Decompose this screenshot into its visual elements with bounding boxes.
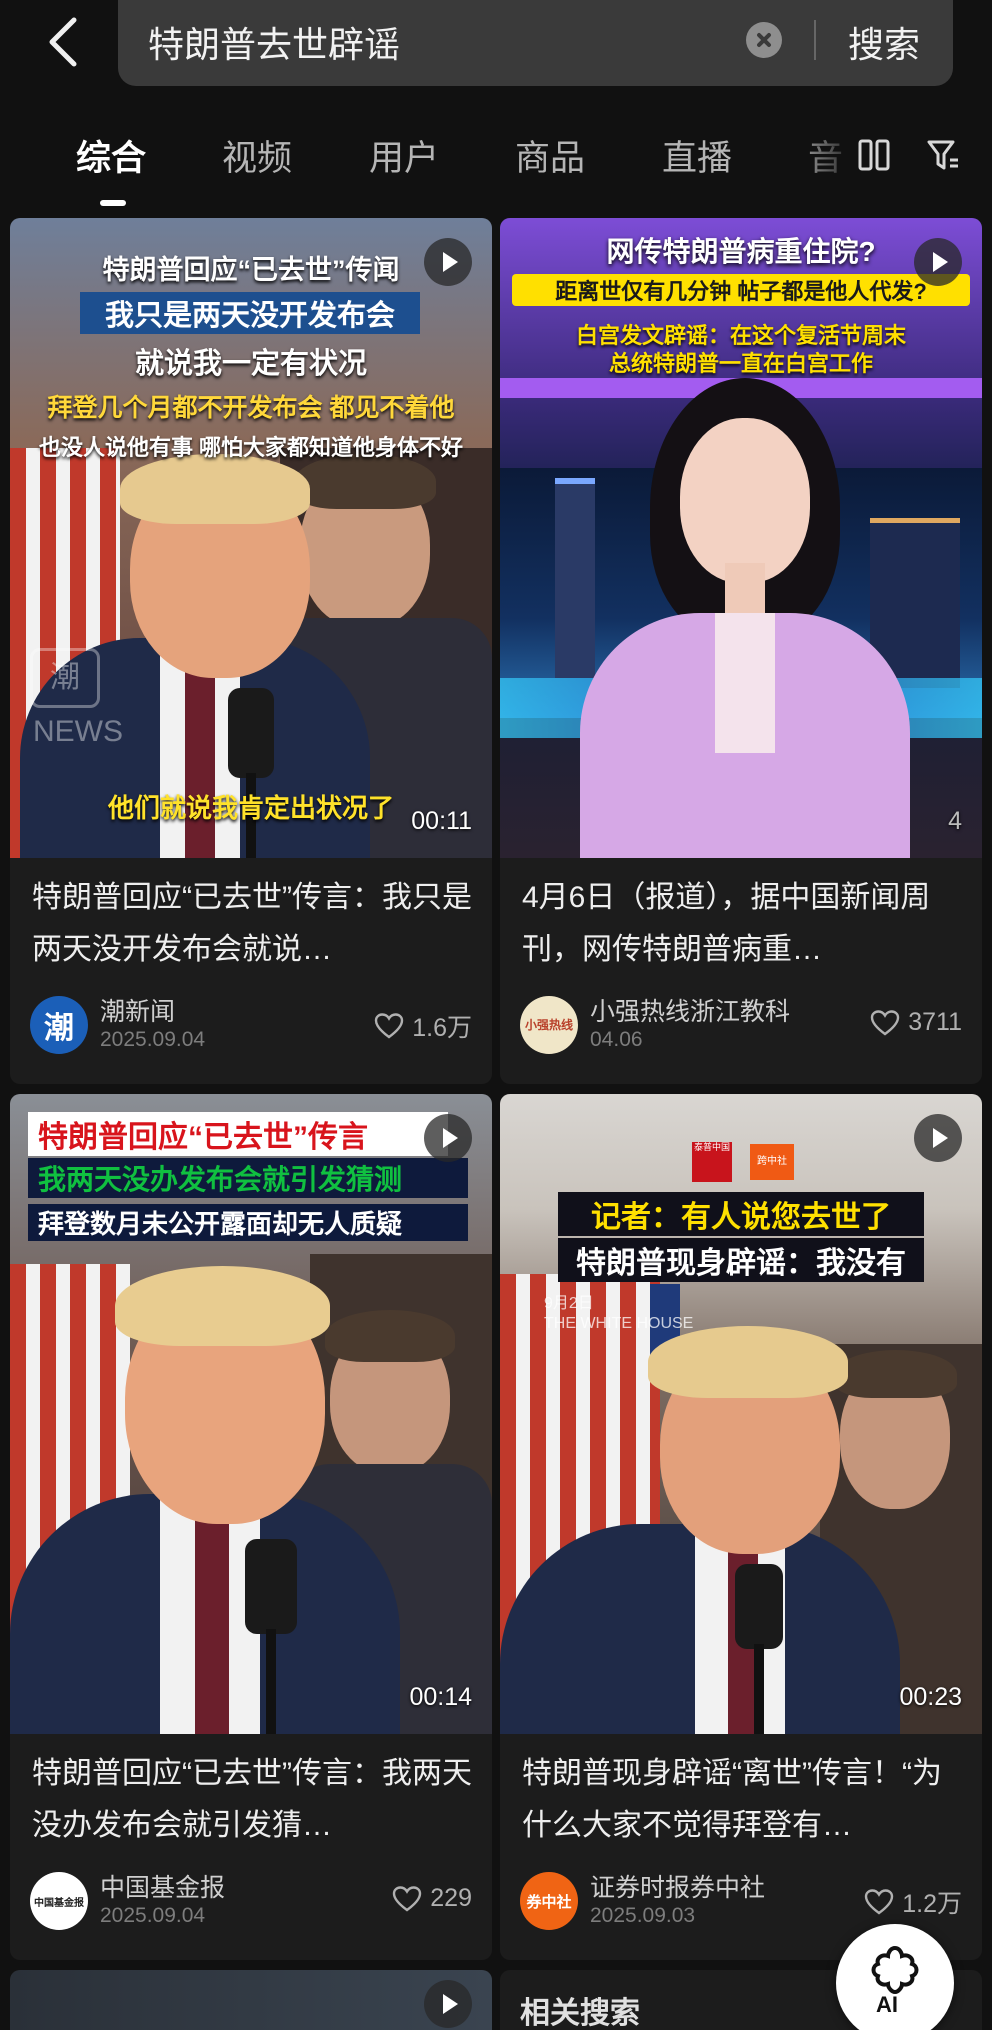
video-caption: 特朗普回应“已去世”传言	[28, 1112, 448, 1156]
clear-icon[interactable]	[746, 22, 782, 58]
video-thumbnail[interactable]: 特朗普回应“已去世”传言 我两天没办发布会就引发猜测 拜登数月未公开露面却无人质…	[10, 1094, 492, 1734]
author-avatar[interactable]: 小强热线	[520, 996, 578, 1054]
play-icon[interactable]	[424, 1980, 472, 2028]
top-bar: 特朗普去世辟谣 搜索	[0, 0, 992, 90]
video-thumbnail[interactable]: 网传特朗普病重住院? 距离世仅有几分钟 帖子都是他人代发? 白宫发文辟谣：在这个…	[500, 218, 982, 858]
play-icon[interactable]	[424, 238, 472, 286]
card-meta: 小强热线 小强热线浙江教科 04.06 3711	[500, 982, 982, 1072]
video-caption: 特朗普回应“已去世”传闻	[102, 255, 400, 285]
like-count[interactable]: 229	[392, 1884, 472, 1913]
video-caption: 也没人说他有事 哪怕大家都知道他身体不好	[38, 435, 464, 460]
tab-video[interactable]: 视频	[222, 130, 292, 181]
search-input[interactable]: 特朗普去世辟谣	[148, 16, 400, 68]
like-count-value: 1.2万	[902, 1890, 962, 1918]
author-name[interactable]: 证券时报券中社	[590, 1868, 765, 1904]
video-title[interactable]: 特朗普回应“已去世”传言：我只是两天没开发布会就说…	[10, 858, 492, 982]
like-count-value: 1.6万	[412, 1014, 472, 1042]
author-name[interactable]: 小强热线浙江教科	[590, 992, 790, 1028]
search-box[interactable]: 特朗普去世辟谣 搜索	[118, 0, 953, 86]
video-duration: 00:14	[409, 1683, 472, 1711]
video-caption: 我两天没办发布会就引发猜测	[28, 1158, 468, 1198]
back-arrow-icon[interactable]	[40, 8, 88, 72]
watermark-logo: 潮 NEWS	[30, 648, 123, 748]
author-avatar[interactable]: 潮	[30, 996, 88, 1054]
video-card[interactable]: 特朗普回应“已去世”传言 我两天没办发布会就引发猜测 拜登数月未公开露面却无人质…	[10, 1094, 492, 1960]
video-thumbnail[interactable]	[10, 1970, 492, 2030]
tab-active-indicator	[100, 200, 126, 206]
video-duration: 00:23	[899, 1683, 962, 1711]
video-caption: 就说我一定有状况	[134, 348, 367, 380]
video-title[interactable]: 4月6日（报道），据中国新闻周刊，网传特朗普病重…	[500, 858, 982, 982]
ai-icon	[871, 1945, 919, 1994]
video-caption: 拜登数月未公开露面却无人质疑	[28, 1204, 468, 1241]
ai-label: AI	[876, 1992, 898, 2017]
category-tabs: 综合 视频 用户 商品 直播 音	[0, 118, 992, 208]
like-count[interactable]: 3711	[870, 1008, 962, 1037]
channel-logo: 泰普中国	[692, 1142, 732, 1182]
play-icon[interactable]	[424, 1114, 472, 1162]
video-card[interactable]: 网传特朗普病重住院? 距离世仅有几分钟 帖子都是他人代发? 白宫发文辟谣：在这个…	[500, 218, 982, 1084]
author-avatar[interactable]: 中国基金报	[30, 1872, 88, 1930]
video-caption: 总统特朗普一直在白宫工作	[608, 351, 873, 376]
tab-live[interactable]: 直播	[662, 130, 732, 181]
search-button[interactable]: 搜索	[848, 16, 920, 68]
publish-date: 2025.09.04	[100, 1904, 206, 1927]
heart-icon[interactable]	[864, 1888, 894, 1916]
video-caption: 我只是两天没开发布会	[80, 292, 420, 334]
publish-date: 04.06	[590, 1028, 643, 1051]
video-caption: 网传特朗普病重住院?	[606, 236, 876, 267]
like-count-value: 229	[430, 1884, 472, 1912]
heart-icon[interactable]	[392, 1885, 422, 1913]
video-thumbnail[interactable]: 泰普中国 跨中社 记者：有人说您去世了 特朗普现身辟谣：我没有 9月2日 THE…	[500, 1094, 982, 1734]
video-thumbnail[interactable]: 潮 NEWS 特朗普回应“已去世”传闻 我只是两天没开发布会 就说我一定有状况 …	[10, 218, 492, 858]
layout-toggle-icon[interactable]	[858, 138, 890, 172]
ai-assistant-button[interactable]: AI	[836, 1924, 954, 2030]
heart-icon[interactable]	[374, 1012, 404, 1040]
card-meta: 中国基金报 中国基金报 2025.09.04 229	[10, 1858, 492, 1948]
author-avatar[interactable]: 券中社	[520, 1872, 578, 1930]
video-title[interactable]: 特朗普现身辟谣“离世”传言！“为什么大家不觉得拜登有…	[500, 1734, 982, 1858]
video-caption: 拜登几个月都不开发布会 都见不着他	[47, 394, 455, 422]
video-title[interactable]: 特朗普回应“已去世”传言：我两天没办发布会就引发猜…	[10, 1734, 492, 1858]
author-name[interactable]: 潮新闻	[100, 992, 175, 1028]
card-meta: 潮 潮新闻 2025.09.04 1.6万	[10, 982, 492, 1072]
video-card[interactable]	[10, 1970, 492, 2030]
video-duration: 4	[948, 807, 962, 835]
channel-logo: 跨中社	[750, 1144, 794, 1180]
author-name[interactable]: 中国基金报	[100, 1868, 225, 1904]
video-card[interactable]: 泰普中国 跨中社 记者：有人说您去世了 特朗普现身辟谣：我没有 9月2日 THE…	[500, 1094, 982, 1960]
video-caption: 特朗普现身辟谣：我没有	[558, 1238, 924, 1282]
tab-products[interactable]: 商品	[515, 130, 585, 181]
video-duration: 00:11	[411, 807, 472, 835]
heart-icon[interactable]	[870, 1009, 900, 1037]
tab-comprehensive[interactable]: 综合	[76, 130, 146, 181]
video-caption: 距离世仅有几分钟 帖子都是他人代发?	[512, 274, 970, 306]
tab-users[interactable]: 用户	[369, 130, 439, 181]
play-icon[interactable]	[914, 238, 962, 286]
overlay-date: 9月2日	[544, 1295, 594, 1312]
filter-icon[interactable]	[926, 138, 960, 172]
overlay-location: THE WHITE HOUSE	[544, 1315, 694, 1332]
publish-date: 2025.09.04	[100, 1028, 206, 1051]
play-icon[interactable]	[914, 1114, 962, 1162]
like-count[interactable]: 1.2万	[864, 1884, 962, 1920]
related-search-title: 相关搜索	[520, 1997, 640, 2030]
like-count-value: 3711	[908, 1008, 962, 1036]
publish-date: 2025.09.03	[590, 1904, 696, 1927]
like-count[interactable]: 1.6万	[374, 1008, 472, 1044]
video-card[interactable]: 潮 NEWS 特朗普回应“已去世”传闻 我只是两天没开发布会 就说我一定有状况 …	[10, 218, 492, 1084]
video-caption: 记者：有人说您去世了	[558, 1192, 924, 1236]
search-divider	[814, 20, 816, 60]
